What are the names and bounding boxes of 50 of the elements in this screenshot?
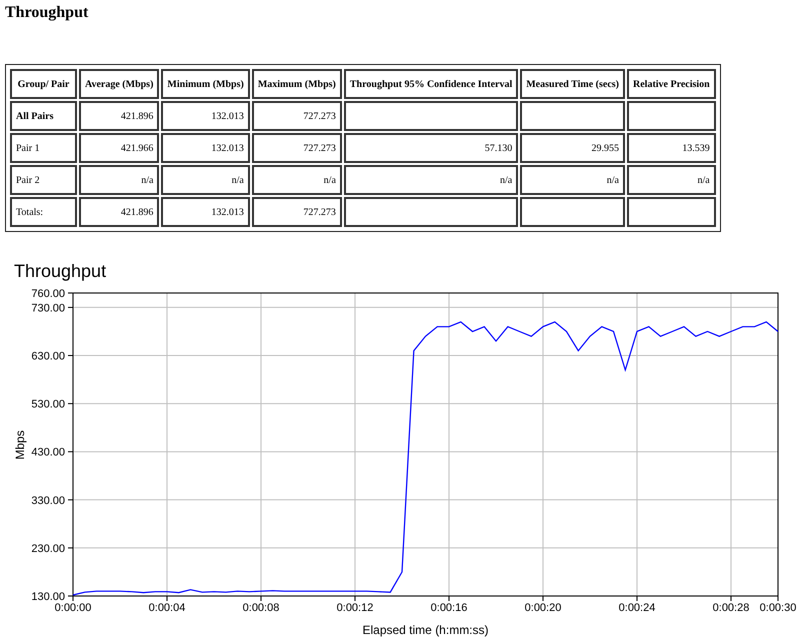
column-header: Minimum (Mbps) [161, 69, 250, 99]
x-tick-label: 0:00:16 [430, 602, 468, 614]
row-label: Pair 1 [10, 133, 77, 163]
table-cell: 57.130 [344, 133, 518, 163]
table-cell: n/a [344, 165, 518, 195]
x-tick-label: 0:00:04 [148, 602, 186, 614]
table-cell: n/a [627, 165, 716, 195]
table-cell: 132.013 [161, 197, 250, 227]
x-tick-label: 0:00:12 [336, 602, 374, 614]
table-cell: n/a [161, 165, 250, 195]
table-cell: 727.273 [252, 101, 342, 131]
row-label: Totals: [10, 197, 77, 227]
y-tick-label: 760.00 [31, 288, 65, 300]
x-tick-label: 0:00:20 [524, 602, 562, 614]
chart-title: Throughput [14, 261, 106, 281]
table-cell: n/a [79, 165, 160, 195]
row-label: Pair 2 [10, 165, 77, 195]
y-tick-label: 730.00 [31, 302, 65, 314]
x-tick-label: 0:00:30 [760, 602, 796, 614]
row-label: All Pairs [10, 101, 77, 131]
x-tick-label: 0:00:24 [618, 602, 656, 614]
y-tick-label: 630.00 [31, 350, 65, 363]
x-tick-label: 0:00:08 [242, 602, 280, 614]
x-tick-label: 0:00:28 [712, 602, 750, 614]
column-header: Relative Precision [627, 69, 716, 99]
y-axis-title: Mbps [13, 430, 27, 460]
table-cell: 421.896 [79, 101, 160, 131]
table-cell: 421.896 [79, 197, 160, 227]
table-cell: 29.955 [520, 133, 625, 163]
table-cell: n/a [252, 165, 342, 195]
y-tick-label: 430.00 [31, 446, 65, 459]
x-tick-label: 0:00:00 [54, 602, 92, 614]
y-tick-label: 130.00 [31, 591, 65, 603]
column-header: Average (Mbps) [79, 69, 160, 99]
page-title: Throughput [4, 3, 90, 23]
column-header: Group/ Pair [10, 69, 77, 99]
table-cell: 421.966 [79, 133, 160, 163]
column-header: Maximum (Mbps) [252, 69, 342, 99]
y-tick-label: 330.00 [31, 494, 65, 507]
table-cell: 132.013 [161, 133, 250, 163]
table-cell: 132.013 [161, 101, 250, 131]
table-cell: 727.273 [252, 133, 342, 163]
column-header: Throughput 95% Confidence Interval [344, 69, 518, 99]
x-axis-title: Elapsed time (h:mm:ss) [362, 623, 489, 637]
table-cell: 727.273 [252, 197, 342, 227]
y-tick-label: 230.00 [31, 542, 65, 555]
y-tick-label: 530.00 [31, 398, 65, 411]
column-header: Measured Time (secs) [520, 69, 625, 99]
table-cell: 13.539 [627, 133, 716, 163]
table-cell: n/a [520, 165, 625, 195]
